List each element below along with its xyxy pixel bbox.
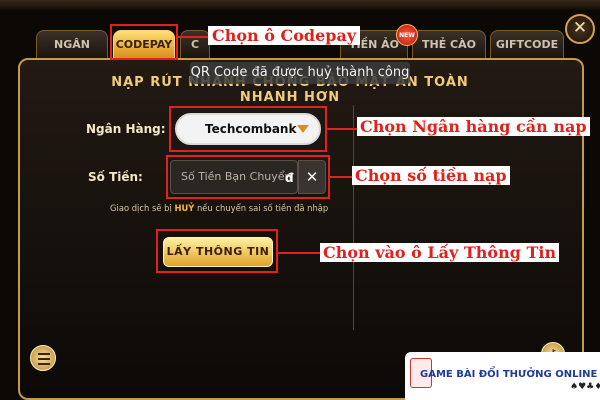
connector-line: [178, 36, 208, 38]
connector-line: [327, 128, 357, 130]
annotation-submit: Chọn vào ô Lấy Thông Tin: [320, 243, 560, 262]
warning-text: Giao dịch sẽ bị HUỶ nếu chuyển sai số ti…: [110, 203, 329, 213]
amount-label: Số Tiền:: [88, 170, 143, 184]
tab-partial[interactable]: C: [180, 30, 210, 58]
close-button[interactable]: ✕: [565, 14, 595, 44]
highlight-bank-select: [169, 106, 327, 152]
menu-icon[interactable]: [30, 345, 56, 371]
watermark-text: GAME BÀI ĐỔI THƯỞNG ONLINE: [420, 369, 598, 380]
highlight-amount: [166, 155, 330, 199]
bank-label: Ngân Hàng:: [86, 122, 166, 136]
highlight-get-info: [156, 229, 278, 273]
warning-strong: HUỶ: [174, 203, 195, 213]
new-badge: NEW: [396, 24, 418, 46]
tab-giftcode[interactable]: GIFTCODE: [490, 30, 564, 58]
tab-the-cao[interactable]: THẺ CÀO: [412, 30, 486, 58]
card-suits-icon: ♠♥♣♦: [570, 382, 600, 392]
highlight-codepay: [110, 24, 178, 60]
panel-divider: [353, 105, 354, 330]
annotation-codepay: Chọn ô Codepay: [208, 26, 361, 45]
annotation-amount: Chọn số tiền nạp: [352, 166, 510, 185]
top-bar: [0, 0, 600, 10]
status-toast: QR Code đã được huỷ thành công: [190, 62, 410, 84]
annotation-bank: Chọn Ngân hàng cần nạp: [357, 117, 590, 136]
connector-line: [278, 252, 320, 254]
close-icon: ✕: [572, 18, 588, 38]
tab-ngan-hang[interactable]: NGÂN HÀNG: [36, 30, 108, 79]
watermark-logo: GAME BÀI ĐỔI THƯỞNG ONLINE ♠♥♣♦: [405, 352, 600, 400]
connector-line: [330, 176, 352, 178]
